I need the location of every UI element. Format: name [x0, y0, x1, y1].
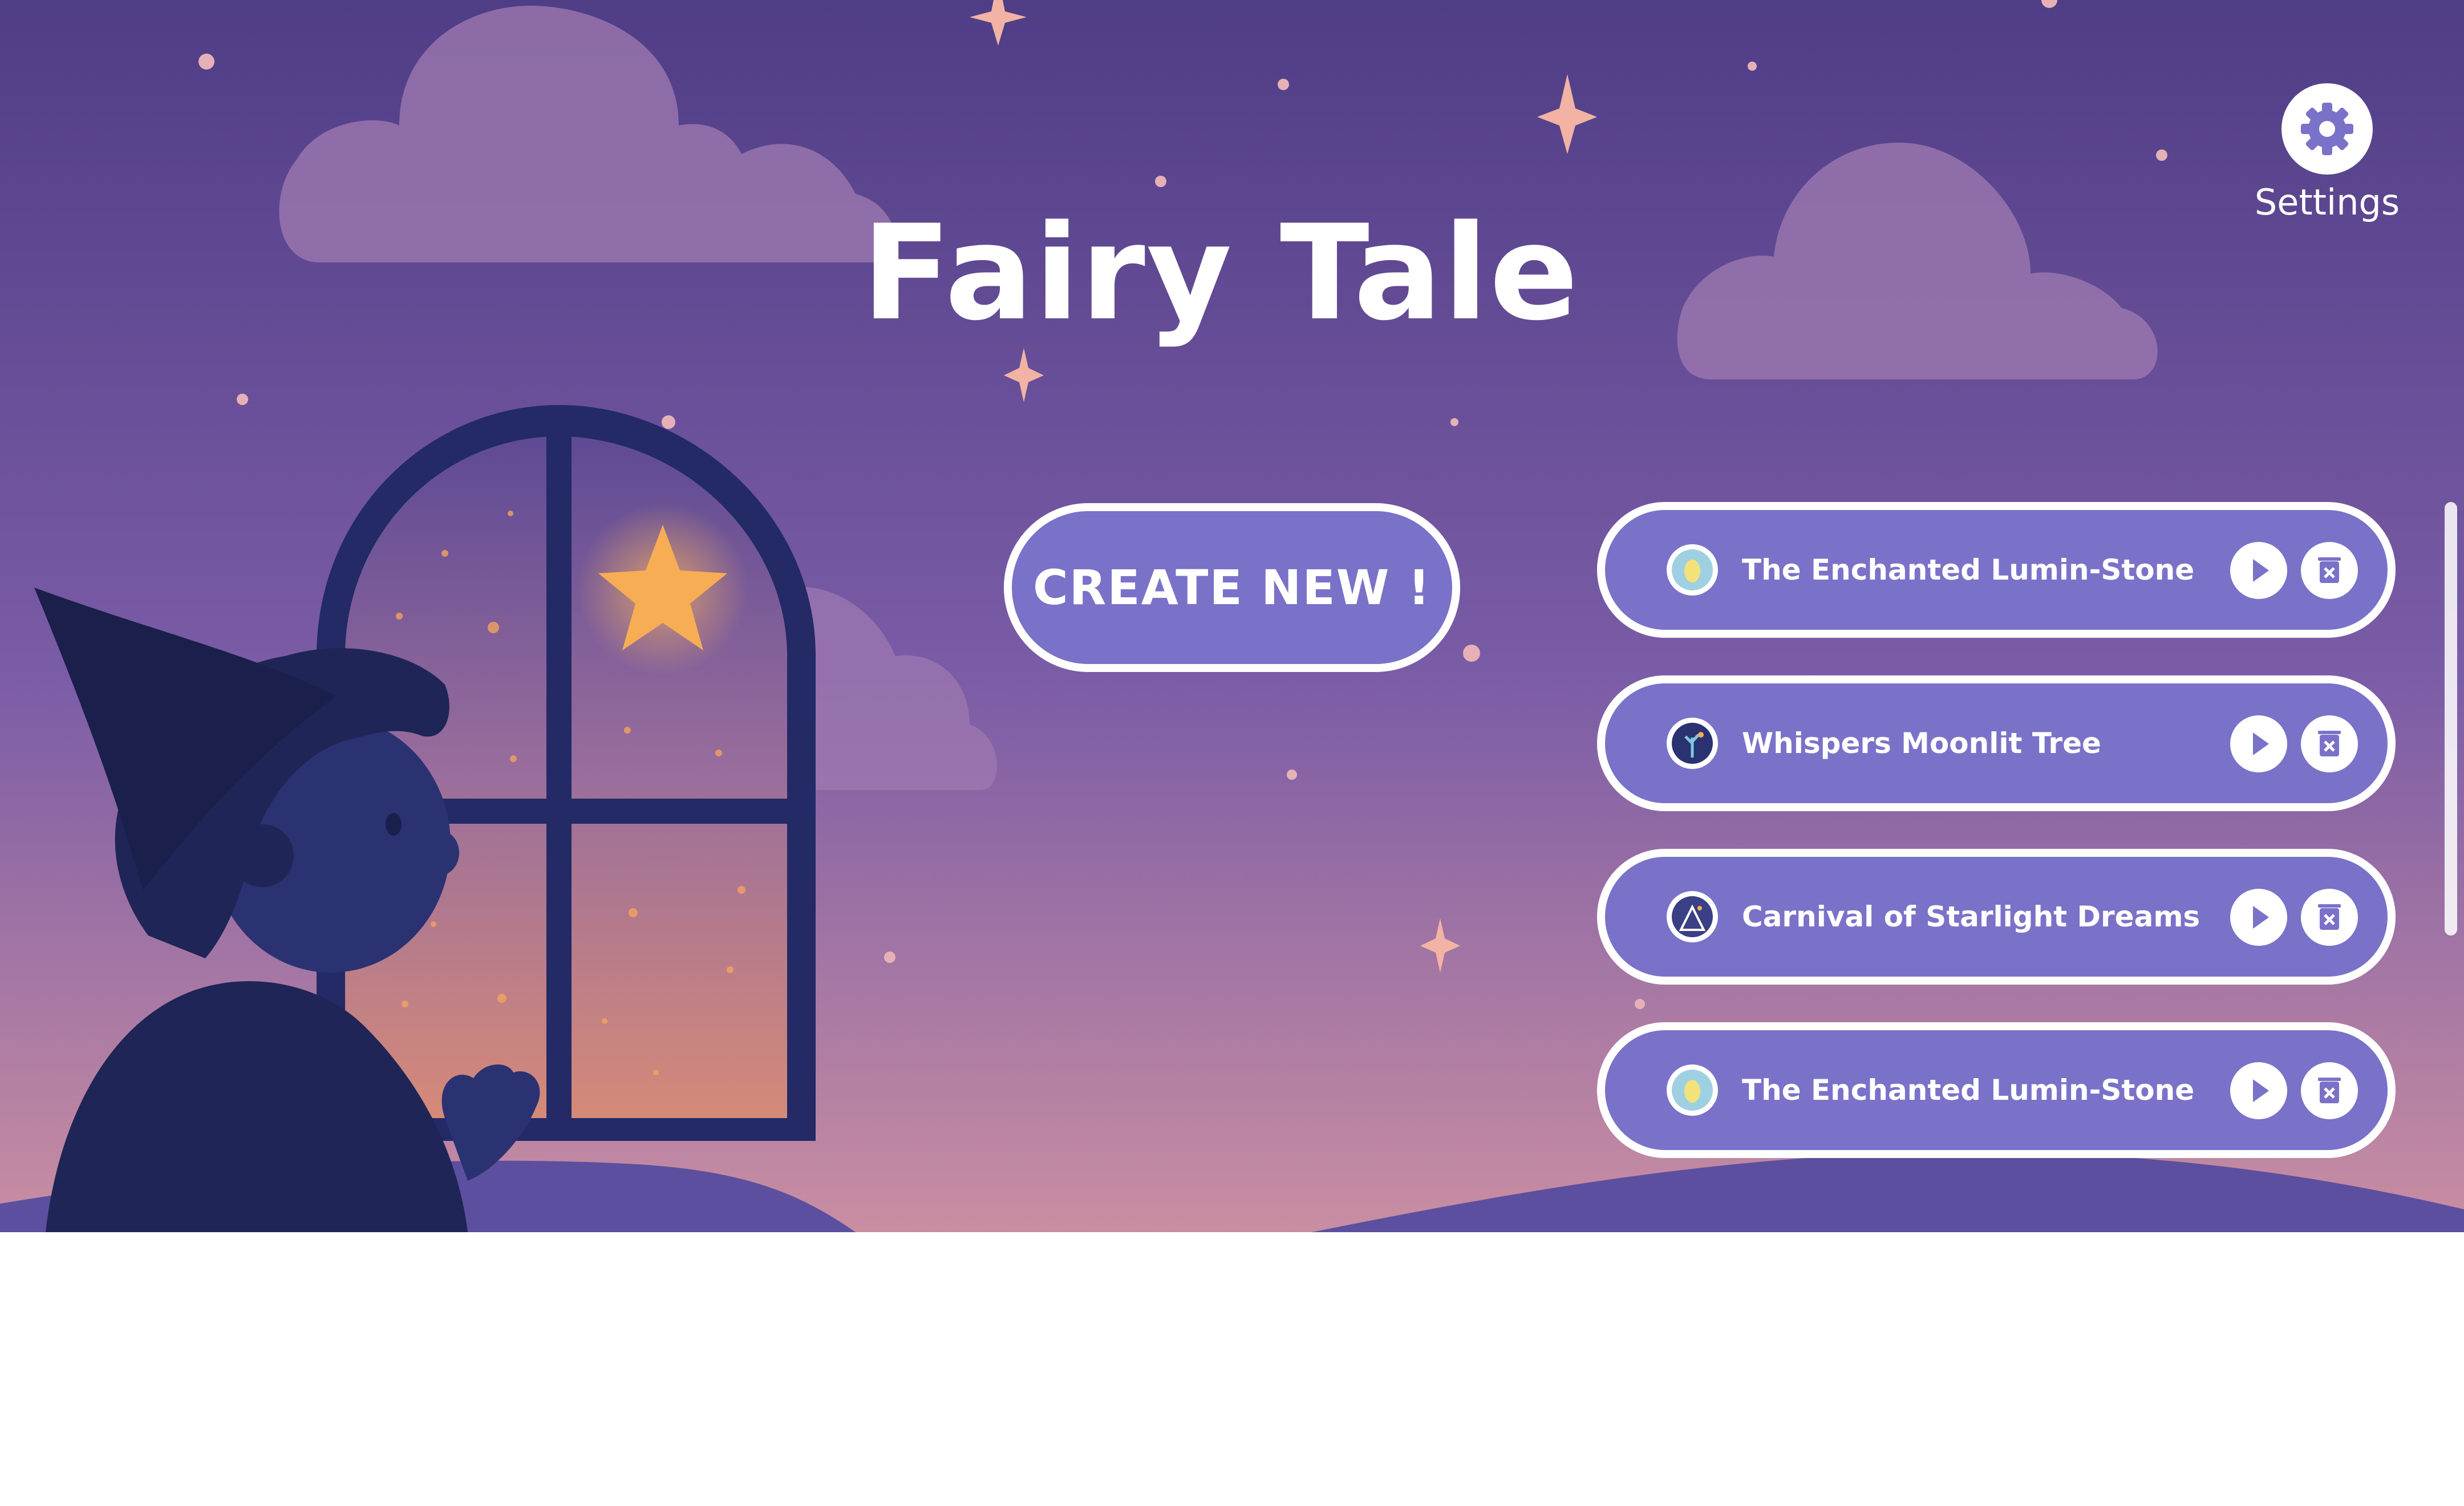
gear-icon: [2301, 103, 2353, 155]
story-title: Whispers Moonlit Tree: [1742, 727, 2101, 760]
play-icon: [2253, 732, 2269, 755]
delete-button[interactable]: [2301, 542, 2358, 599]
moonlit-tree-thumbnail-icon: [1667, 718, 1718, 769]
play-icon: [2253, 559, 2269, 582]
delete-icon: [2318, 731, 2341, 756]
play-button[interactable]: [2230, 889, 2287, 946]
delete-button[interactable]: [2301, 715, 2358, 772]
create-new-button[interactable]: CREATE NEW !: [1004, 503, 1460, 672]
story-item[interactable]: Carnival of Starlight Dreams: [1597, 849, 2396, 985]
starlight-carnival-thumbnail-icon: [1667, 891, 1718, 942]
story-item[interactable]: The Enchanted Lumin-Stone: [1597, 502, 2396, 638]
play-button[interactable]: [2230, 715, 2287, 772]
delete-button[interactable]: [2301, 889, 2358, 946]
delete-icon: [2318, 904, 2341, 930]
delete-button[interactable]: [2301, 1062, 2358, 1119]
delete-icon: [2318, 1078, 2341, 1103]
settings-label: Settings: [2254, 181, 2400, 223]
play-button[interactable]: [2230, 542, 2287, 599]
lumin-stone-thumbnail-icon: [1667, 544, 1718, 596]
story-list-scrollbar[interactable]: [2445, 502, 2457, 1506]
play-button[interactable]: [2230, 1062, 2287, 1119]
settings-circle[interactable]: [2281, 83, 2373, 175]
story-item[interactable]: The Enchanted Lumin-Stone: [1597, 1022, 2396, 1158]
scrollbar-thumb[interactable]: [2445, 502, 2457, 936]
lumin-stone-thumbnail-icon: [1667, 1064, 1718, 1116]
delete-icon: [2318, 557, 2341, 583]
settings-button[interactable]: Settings: [2242, 80, 2413, 234]
play-icon: [2253, 906, 2269, 929]
app-title: Fairy Tale: [861, 197, 1580, 350]
story-title: The Enchanted Lumin-Stone: [1742, 1074, 2195, 1107]
play-icon: [2253, 1079, 2269, 1102]
story-item[interactable]: Whispers Moonlit Tree: [1597, 675, 2396, 811]
story-title: Carnival of Starlight Dreams: [1742, 900, 2200, 933]
story-title: The Enchanted Lumin-Stone: [1742, 553, 2195, 586]
